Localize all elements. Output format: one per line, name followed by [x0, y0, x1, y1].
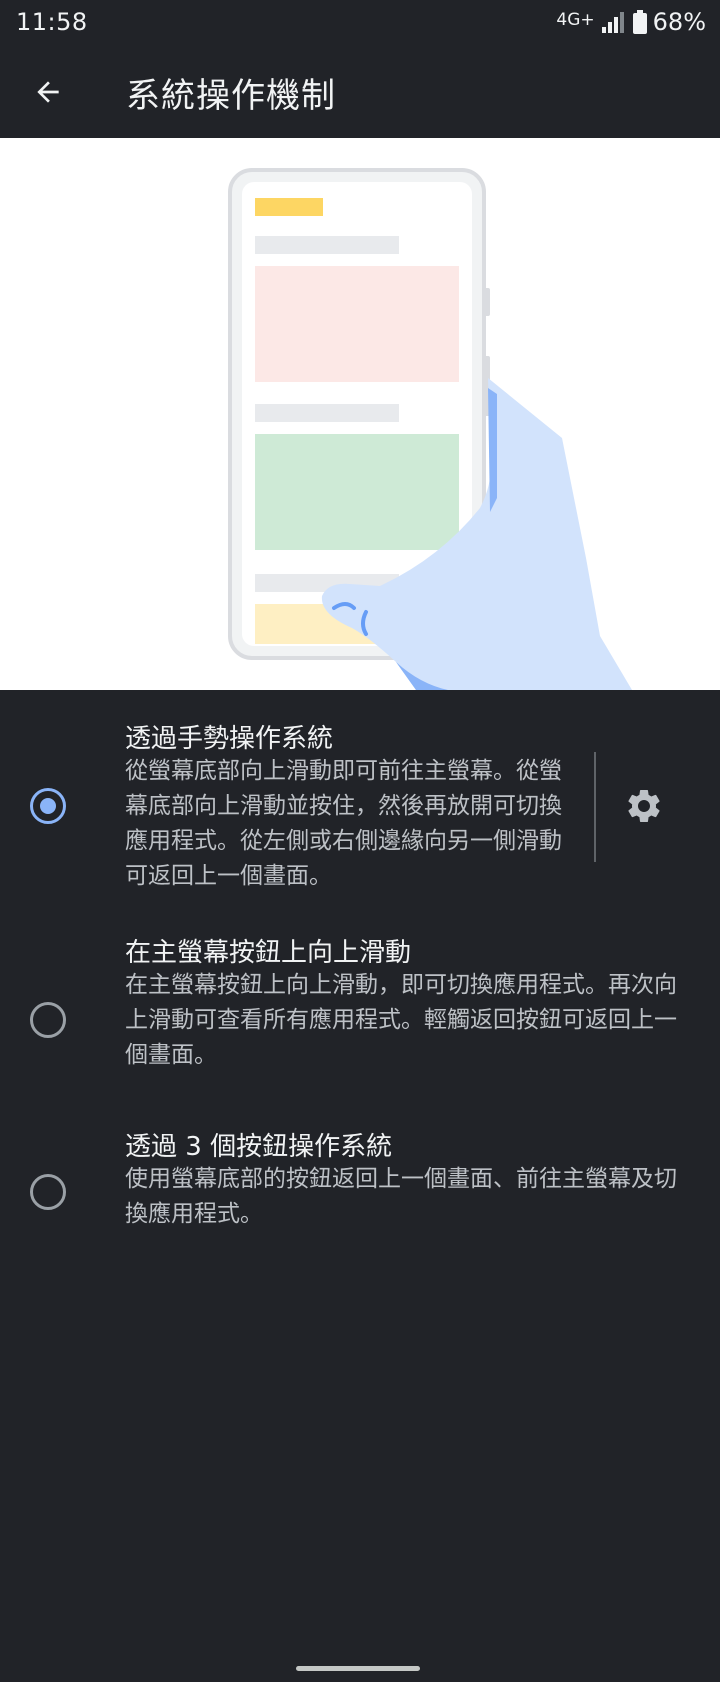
- option-description: 從螢幕底部向上滑動即可前往主螢幕。從螢幕底部向上滑動並按住，然後再放開可切換應用…: [125, 758, 562, 889]
- gesture-settings-button[interactable]: [622, 784, 666, 828]
- arrow-back-icon: [37, 81, 59, 103]
- back-button[interactable]: [20, 67, 76, 117]
- option-description: 使用螢幕底部的按鈕返回上一個畫面、前往主螢幕及切換應用程式。: [125, 1166, 677, 1227]
- gesture-nav-handle[interactable]: [296, 1666, 420, 1671]
- option-title: 透過手勢操作系統: [125, 724, 334, 754]
- gear-icon: [628, 790, 660, 822]
- battery-percentage: 68%: [652, 8, 706, 36]
- option-3-button-navigation[interactable]: 透過 3 個按鈕操作系統 使用螢幕底部的按鈕返回上一個畫面、前往主螢幕及切換應用…: [0, 1114, 720, 1254]
- option-swipe-up-home[interactable]: 在主螢幕按鈕上向上滑動 在主螢幕按鈕上向上滑動，即可切換應用程式。再次向上滑動可…: [0, 920, 720, 1090]
- battery-icon: [632, 10, 647, 34]
- option-divider: [594, 752, 596, 862]
- radio-swipe-up-home[interactable]: [30, 1002, 66, 1038]
- radio-gesture-navigation[interactable]: [30, 788, 66, 824]
- status-icons: 4G+ 68%: [556, 8, 706, 36]
- status-time: 11:58: [16, 8, 88, 36]
- signal-icon: [601, 10, 627, 34]
- option-description: 在主螢幕按鈕上向上滑動，即可切換應用程式。再次向上滑動可查看所有應用程式。輕觸返…: [125, 972, 677, 1068]
- radio-3-button-navigation[interactable]: [30, 1174, 66, 1210]
- network-type-label: 4G+: [556, 10, 595, 30]
- option-title: 在主螢幕按鈕上向上滑動: [125, 938, 412, 968]
- gesture-illustration: [0, 138, 720, 690]
- status-bar: 11:58 4G+ 68%: [0, 0, 720, 44]
- app-bar: 系統操作機制: [0, 44, 720, 138]
- option-title: 透過 3 個按鈕操作系統: [125, 1132, 393, 1162]
- option-gesture-navigation[interactable]: 透過手勢操作系統 從螢幕底部向上滑動即可前往主螢幕。從螢幕底部向上滑動並按住，然…: [0, 690, 720, 900]
- page-title: 系統操作機制: [126, 76, 336, 116]
